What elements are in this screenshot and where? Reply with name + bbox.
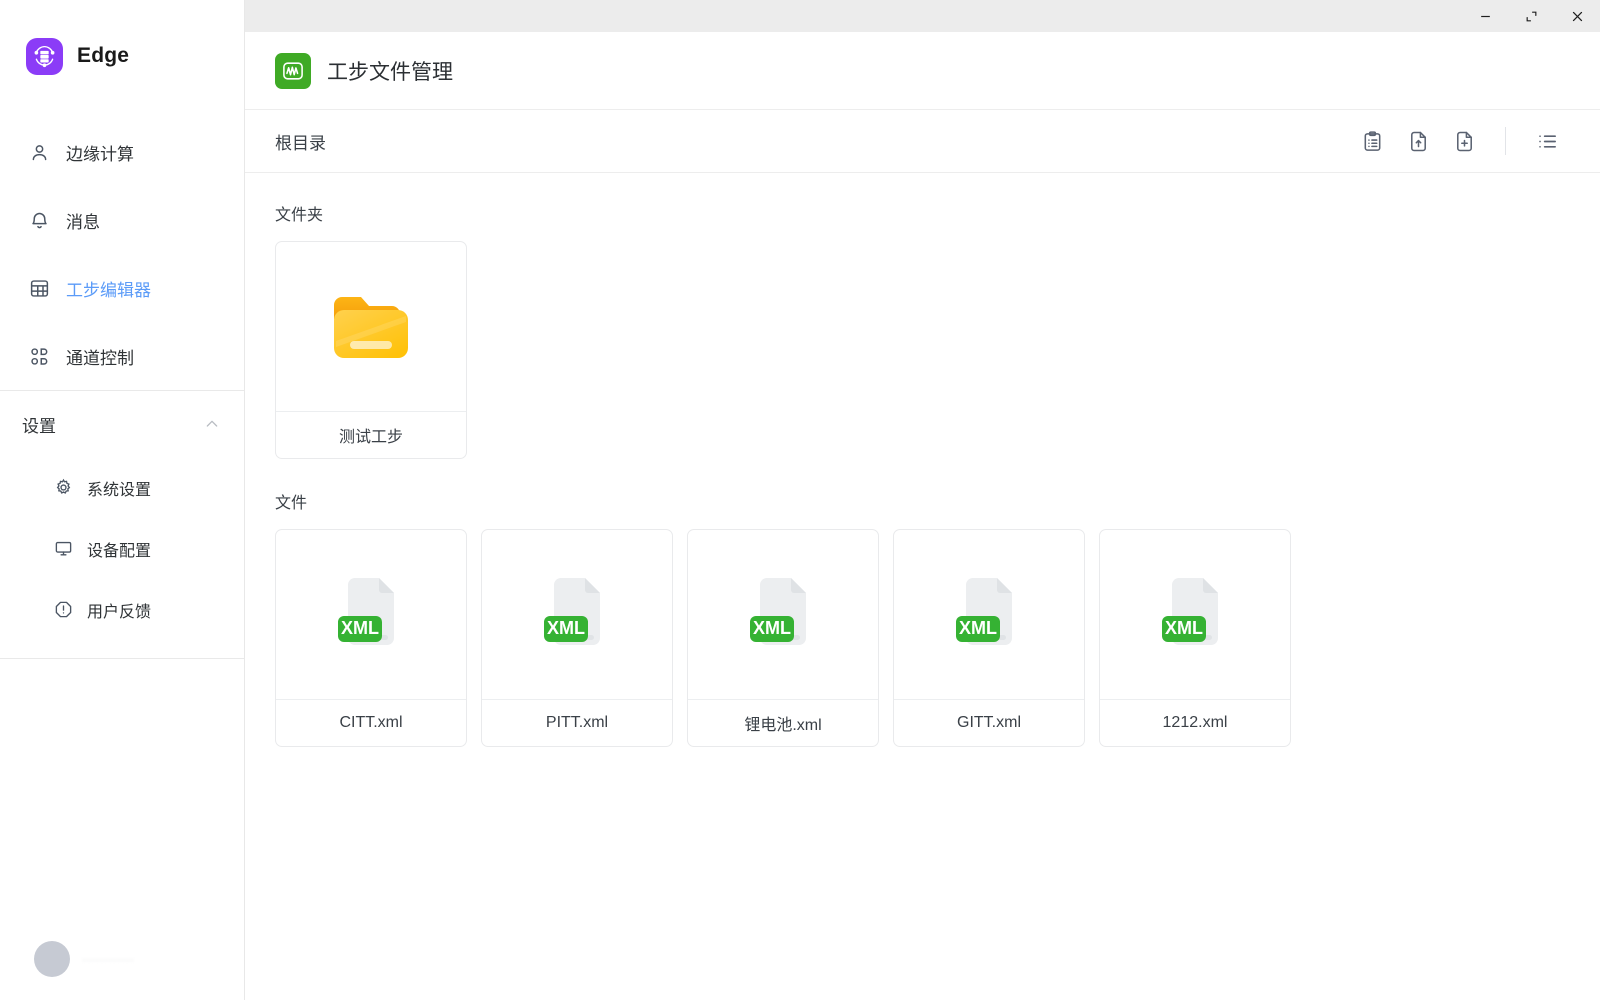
files-section-title: 文件 <box>275 495 308 512</box>
sidebar-item-device-config[interactable]: 设备配置 <box>0 518 244 579</box>
chevron-up-icon[interactable] <box>204 416 220 432</box>
restore-icon[interactable] <box>1508 0 1554 32</box>
sidebar-divider-bottom <box>0 658 244 659</box>
sidebar-item-user-feedback[interactable]: 用户反馈 <box>0 579 244 640</box>
clipboard-list-icon[interactable] <box>1349 118 1395 164</box>
bell-icon <box>26 207 52 233</box>
file-card[interactable]: XML CITT.xml <box>275 529 467 747</box>
sidebar-settings-label: 设置 <box>22 416 56 436</box>
sidebar-item-label: 通道控制 <box>66 348 134 368</box>
svg-text:XML: XML <box>753 618 791 638</box>
xml-file-icon: XML <box>482 530 672 699</box>
folder-card[interactable]: 测试工步 <box>275 241 467 459</box>
content-area: 文件夹 测试工步 文件 XML CITT.xml XML PITT.xml XM… <box>245 173 1600 1000</box>
list-view-icon[interactable] <box>1524 118 1570 164</box>
toolbar-divider <box>1505 127 1506 155</box>
sidebar-subitem-label: 系统设置 <box>87 481 152 499</box>
page-title: 工步文件管理 <box>327 60 453 84</box>
file-name: CITT.xml <box>276 699 466 746</box>
user-icon <box>26 139 52 165</box>
folder-grid: 测试工步 <box>275 241 1570 459</box>
file-name: 锂电池.xml <box>688 699 878 746</box>
main-area: 工步文件管理 根目录 文件夹 测试工步 文件 XML CITT.xml XML … <box>245 0 1600 1000</box>
breadcrumb[interactable]: 根目录 <box>275 129 326 154</box>
breadcrumb-bar: 根目录 <box>245 110 1600 173</box>
avatar[interactable] <box>34 941 70 977</box>
sidebar-item-system-settings[interactable]: 系统设置 <box>0 457 244 518</box>
folders-section-title: 文件夹 <box>275 207 324 224</box>
table-grid-icon <box>26 275 52 301</box>
app-header: 工步文件管理 <box>245 32 1600 110</box>
sidebar-item-edge-computing[interactable]: 边缘计算 <box>0 118 244 186</box>
brand: Edge <box>0 0 244 84</box>
gear-icon <box>52 477 74 499</box>
xml-file-icon: XML <box>688 530 878 699</box>
sidebar-item-channel-control[interactable]: 通道控制 <box>0 322 244 390</box>
sidebar-subitem-label: 用户反馈 <box>87 603 152 621</box>
files-section: 文件 XML CITT.xml XML PITT.xml XML 锂电池.xml… <box>275 489 1570 747</box>
sidebar: Edge 边缘计算 消息 工步编辑器 通道控制 设置 系统设置 设备配置 用户反… <box>0 0 245 1000</box>
minimize-icon[interactable] <box>1462 0 1508 32</box>
svg-text:XML: XML <box>547 618 585 638</box>
file-name: GITT.xml <box>894 699 1084 746</box>
xml-file-icon: XML <box>1100 530 1290 699</box>
edge-server-logo-icon <box>26 37 63 75</box>
sidebar-item-label: 边缘计算 <box>66 144 134 164</box>
sidebar-settings-group-header[interactable]: 设置 <box>0 391 244 457</box>
sidebar-item-label: 消息 <box>66 212 100 232</box>
sidebar-item-step-editor[interactable]: 工步编辑器 <box>0 254 244 322</box>
titlebar <box>245 0 1600 32</box>
xml-file-icon: XML <box>276 530 466 699</box>
sidebar-nav: 边缘计算 消息 工步编辑器 通道控制 <box>0 118 244 390</box>
file-card[interactable]: XML GITT.xml <box>893 529 1085 747</box>
exclamation-octagon-icon <box>52 599 74 621</box>
app-window: Edge 边缘计算 消息 工步编辑器 通道控制 设置 系统设置 设备配置 用户反… <box>0 0 1600 1000</box>
sidebar-user-area[interactable]: ············ <box>0 918 245 1000</box>
folder-name: 测试工步 <box>276 411 466 458</box>
nodes-icon <box>26 343 52 369</box>
close-icon[interactable] <box>1554 0 1600 32</box>
file-name: PITT.xml <box>482 699 672 746</box>
user-name: ············ <box>82 951 134 967</box>
file-upload-icon[interactable] <box>1395 118 1441 164</box>
waveform-logo-icon <box>275 52 311 89</box>
monitor-icon <box>52 538 74 560</box>
sidebar-item-label: 工步编辑器 <box>66 280 151 300</box>
sidebar-item-messages[interactable]: 消息 <box>0 186 244 254</box>
file-name: 1212.xml <box>1100 699 1290 746</box>
folders-section: 文件夹 测试工步 <box>275 201 1570 459</box>
svg-text:XML: XML <box>341 618 379 638</box>
xml-file-icon: XML <box>894 530 1084 699</box>
file-card[interactable]: XML PITT.xml <box>481 529 673 747</box>
svg-text:XML: XML <box>1165 618 1203 638</box>
sidebar-subitem-label: 设备配置 <box>87 542 152 560</box>
brand-name: Edge <box>77 44 130 67</box>
file-add-icon[interactable] <box>1441 118 1487 164</box>
svg-text:XML: XML <box>959 618 997 638</box>
folder-icon <box>276 242 466 411</box>
file-card[interactable]: XML 1212.xml <box>1099 529 1291 747</box>
file-card[interactable]: XML 锂电池.xml <box>687 529 879 747</box>
file-grid: XML CITT.xml XML PITT.xml XML 锂电池.xml XM… <box>275 529 1570 747</box>
